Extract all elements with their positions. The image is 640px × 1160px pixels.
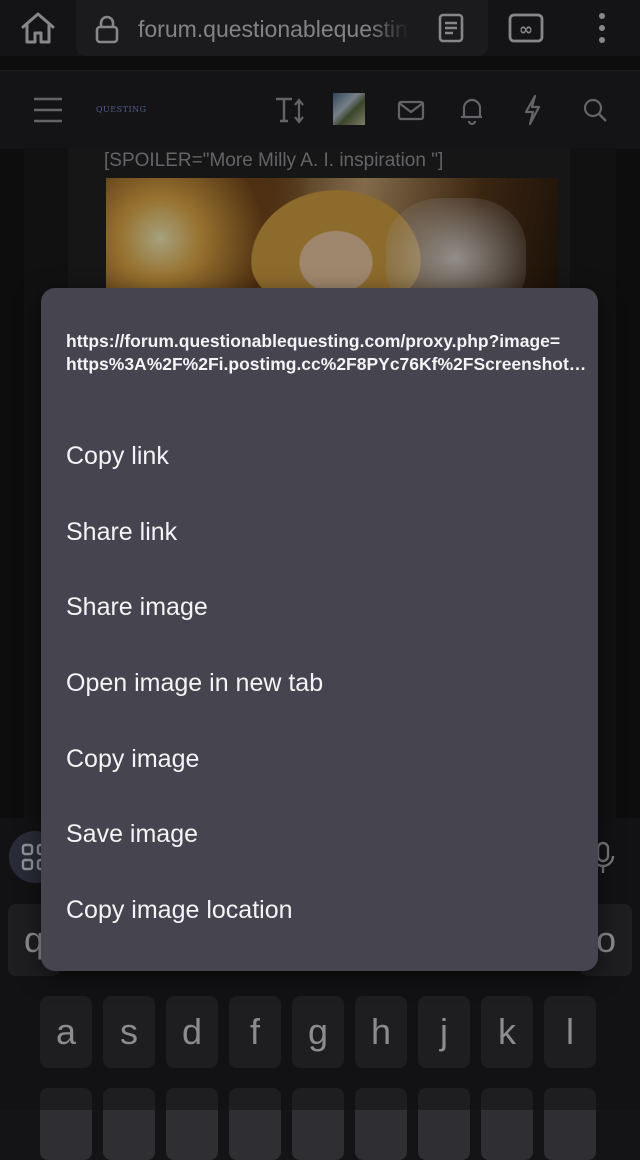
menu-item-open-image-new-tab[interactable]: Open image in new tab: [41, 646, 598, 720]
image-context-menu: https://forum.questionablequesting.com/p…: [41, 288, 598, 971]
menu-item-copy-image[interactable]: Copy image: [41, 722, 598, 796]
menu-item-copy-image-location[interactable]: Copy image location: [41, 873, 598, 947]
context-menu-url-line1: https://forum.questionablequesting.com/p…: [66, 331, 561, 351]
menu-item-share-image[interactable]: Share image: [41, 570, 598, 644]
menu-item-share-link[interactable]: Share link: [41, 495, 598, 569]
menu-item-copy-link[interactable]: Copy link: [41, 419, 598, 493]
context-menu-url: https://forum.questionablequesting.com/p…: [66, 330, 588, 376]
menu-item-save-image[interactable]: Save image: [41, 797, 598, 871]
context-menu-url-line2: https%3A%2F%2Fi.postimg.cc%2F8PYc76Kf%2F…: [66, 354, 587, 374]
